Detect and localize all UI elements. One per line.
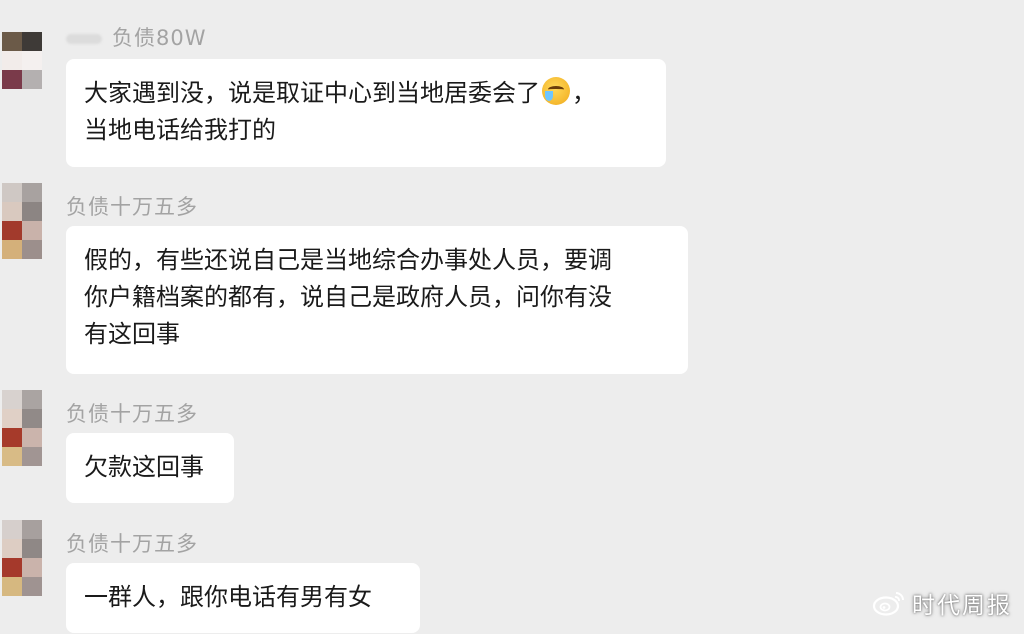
message-bubble[interactable]: 欠款这回事 [66, 433, 234, 503]
message-text-line: 假的，有些还说自己是当地综合办事处人员，要调 [84, 246, 612, 274]
watermark: 时代周报 [872, 586, 1012, 620]
blurred-name-fragment [66, 34, 102, 44]
sender-name: 负债十万五多 [66, 402, 198, 426]
weibo-logo-icon [872, 592, 904, 616]
message-text-line: 当地电话给我打的 [84, 116, 276, 144]
watermark-text: 时代周报 [912, 593, 1012, 619]
sender-name: 负债十万五多 [66, 532, 198, 556]
message-text-line: 有这回事 [84, 320, 180, 348]
avatar[interactable] [2, 32, 42, 108]
sender-name: 负债十万五多 [66, 195, 198, 219]
sender-name: 负债80W [66, 22, 207, 52]
crying-laughing-face-icon [542, 77, 570, 105]
message-bubble[interactable]: 大家遇到没，说是取证中心到当地居委会了， 当地电话给我打的 [66, 59, 666, 167]
message-bubble[interactable]: 假的，有些还说自己是当地综合办事处人员，要调 你户籍档案的都有，说自己是政府人员… [66, 226, 688, 374]
avatar[interactable] [2, 520, 42, 596]
message-bubble[interactable]: 一群人，跟你电话有男有女 [66, 563, 420, 633]
avatar[interactable] [2, 390, 42, 466]
message-text-line: 你户籍档案的都有，说自己是政府人员，问你有没 [84, 283, 612, 311]
message-text-line: 欠款这回事 [84, 453, 204, 481]
message-text-line: 一群人，跟你电话有男有女 [84, 583, 372, 611]
chat-area: 负债80W 大家遇到没，说是取证中心到当地居委会了， 当地电话给我打的 负债十万… [0, 0, 1024, 634]
avatar[interactable] [2, 183, 42, 259]
message-text-line: 大家遇到没，说是取证中心到当地居委会了， [84, 77, 596, 107]
